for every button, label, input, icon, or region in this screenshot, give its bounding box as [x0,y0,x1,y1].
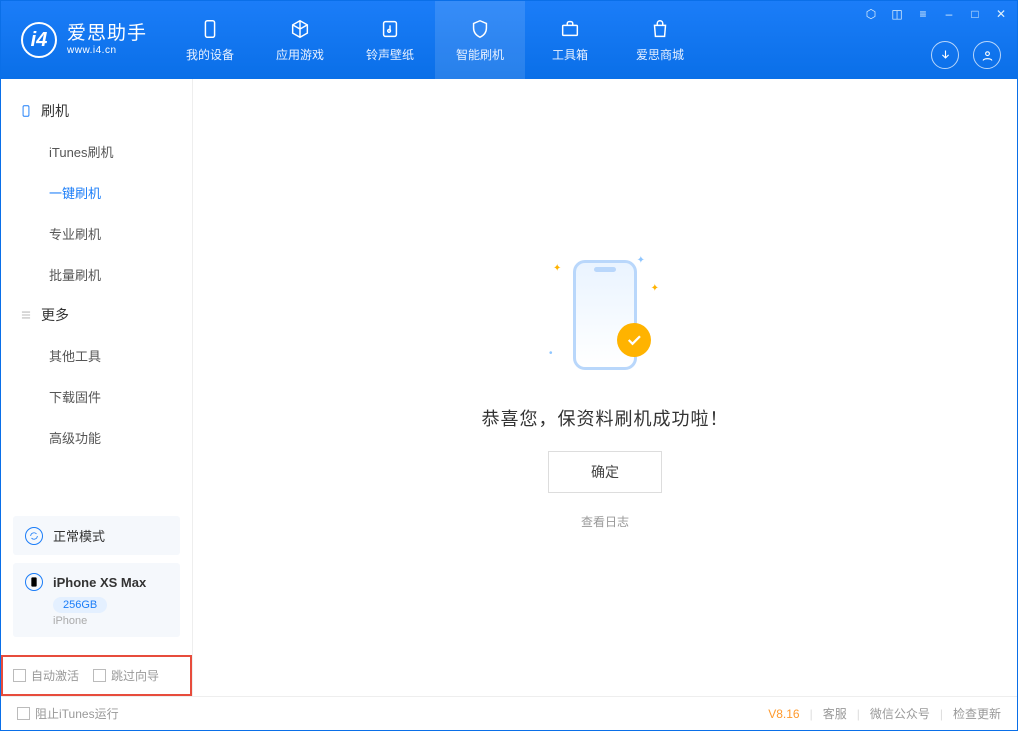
nav-my-device[interactable]: 我的设备 [165,1,255,79]
nav-label: 智能刷机 [456,46,504,63]
app-window: i4 爱思助手 www.i4.cn 我的设备 应用游戏 铃声壁纸 智能刷机 [0,0,1018,731]
checkbox-icon [93,669,106,682]
briefcase-icon [559,18,581,40]
titlebar-controls: ⬡ ◫ ≡ – □ ✕ [863,7,1009,21]
success-illustration: ✦ ✦ • ✦ [535,245,675,385]
nav-toolbox[interactable]: 工具箱 [525,1,615,79]
close-icon[interactable]: ✕ [993,7,1009,21]
checkbox-auto-activate[interactable]: 自动激活 [13,667,79,684]
sparkle-icon: • [549,348,553,359]
sparkle-icon: ✦ [553,263,561,274]
wechat-link[interactable]: 微信公众号 [870,705,930,722]
sidebar: 刷机 iTunes刷机 一键刷机 专业刷机 批量刷机 更多 其他工具 下载固件 … [1,79,193,696]
footer: 阻止iTunes运行 V8.16 | 客服 | 微信公众号 | 检查更新 [1,696,1017,730]
sidebar-item-oneclick-flash[interactable]: 一键刷机 [1,172,192,213]
list-icon [19,308,33,322]
nav-apps[interactable]: 应用游戏 [255,1,345,79]
group-flash-header: 刷机 [1,91,192,131]
body: 刷机 iTunes刷机 一键刷机 专业刷机 批量刷机 更多 其他工具 下载固件 … [1,79,1017,696]
sidebar-item-download-firmware[interactable]: 下载固件 [1,376,192,417]
checkbox-skip-guide[interactable]: 跳过向导 [93,667,159,684]
user-button[interactable] [973,41,1001,69]
nav-label: 工具箱 [552,46,588,63]
nav-ringtone[interactable]: 铃声壁纸 [345,1,435,79]
mode-card[interactable]: 正常模式 [13,516,180,555]
phone-icon [25,573,43,591]
view-log-link[interactable]: 查看日志 [581,513,629,530]
main-content: ✦ ✦ • ✦ 恭喜您，保资料刷机成功啦！ 确定 查看日志 [193,79,1017,696]
device-card[interactable]: iPhone XS Max 256GB iPhone [13,563,180,637]
checkbox-label: 阻止iTunes运行 [35,705,119,722]
device-type: iPhone [53,615,168,627]
checkbox-block-itunes[interactable]: 阻止iTunes运行 [17,705,119,722]
side-nav: 刷机 iTunes刷机 一键刷机 专业刷机 批量刷机 更多 其他工具 下载固件 … [1,79,192,516]
app-subtitle: www.i4.cn [67,45,147,57]
shield-icon [469,18,491,40]
mode-label: 正常模式 [53,526,105,545]
sidebar-item-itunes-flash[interactable]: iTunes刷机 [1,131,192,172]
minimize-icon[interactable]: – [941,7,957,21]
ok-button[interactable]: 确定 [548,451,662,493]
sidebar-bottom: 正常模式 iPhone XS Max 256GB iPhone [1,516,192,645]
header: i4 爱思助手 www.i4.cn 我的设备 应用游戏 铃声壁纸 智能刷机 [1,1,1017,79]
lock-icon[interactable]: ◫ [889,7,905,21]
nav-label: 爱思商城 [636,46,684,63]
music-icon [379,18,401,40]
logo-area: i4 爱思助手 www.i4.cn [1,1,165,79]
checkmark-badge-icon [617,323,651,357]
device-storage-badge: 256GB [53,597,107,613]
sidebar-item-other-tools[interactable]: 其他工具 [1,335,192,376]
group-title: 刷机 [41,101,69,121]
checkbox-icon [13,669,26,682]
menu-icon[interactable]: ≡ [915,7,931,21]
version-label: V8.16 [768,707,799,721]
success-message: 恭喜您，保资料刷机成功啦！ [482,405,729,431]
tshirt-icon[interactable]: ⬡ [863,7,879,21]
checkbox-label: 跳过向导 [111,667,159,684]
nav-label: 应用游戏 [276,46,324,63]
header-right [931,41,1001,69]
cube-icon [289,18,311,40]
highlighted-checkbox-row: 自动激活 跳过向导 [1,655,192,696]
download-button[interactable] [931,41,959,69]
nav-label: 铃声壁纸 [366,46,414,63]
nav-tabs: 我的设备 应用游戏 铃声壁纸 智能刷机 工具箱 爱思商城 [165,1,705,79]
group-title: 更多 [41,305,69,325]
maximize-icon[interactable]: □ [967,7,983,21]
sidebar-item-batch-flash[interactable]: 批量刷机 [1,254,192,295]
device-name: iPhone XS Max [53,575,146,590]
nav-flash[interactable]: 智能刷机 [435,1,525,79]
refresh-icon [25,527,43,545]
bag-icon [649,18,671,40]
sparkle-icon: ✦ [637,255,645,266]
support-link[interactable]: 客服 [823,705,847,722]
device-icon [199,18,221,40]
sidebar-item-advanced[interactable]: 高级功能 [1,417,192,458]
logo-icon: i4 [21,22,57,58]
footer-right: V8.16 | 客服 | 微信公众号 | 检查更新 [768,705,1001,722]
phone-outline-icon [19,104,33,118]
sparkle-icon: ✦ [651,283,659,294]
app-title: 爱思助手 [67,23,147,45]
sidebar-item-pro-flash[interactable]: 专业刷机 [1,213,192,254]
checkbox-icon [17,707,30,720]
logo-text: 爱思助手 www.i4.cn [67,23,147,56]
nav-store[interactable]: 爱思商城 [615,1,705,79]
check-update-link[interactable]: 检查更新 [953,705,1001,722]
checkbox-label: 自动激活 [31,667,79,684]
group-more-header: 更多 [1,295,192,335]
nav-label: 我的设备 [186,46,234,63]
